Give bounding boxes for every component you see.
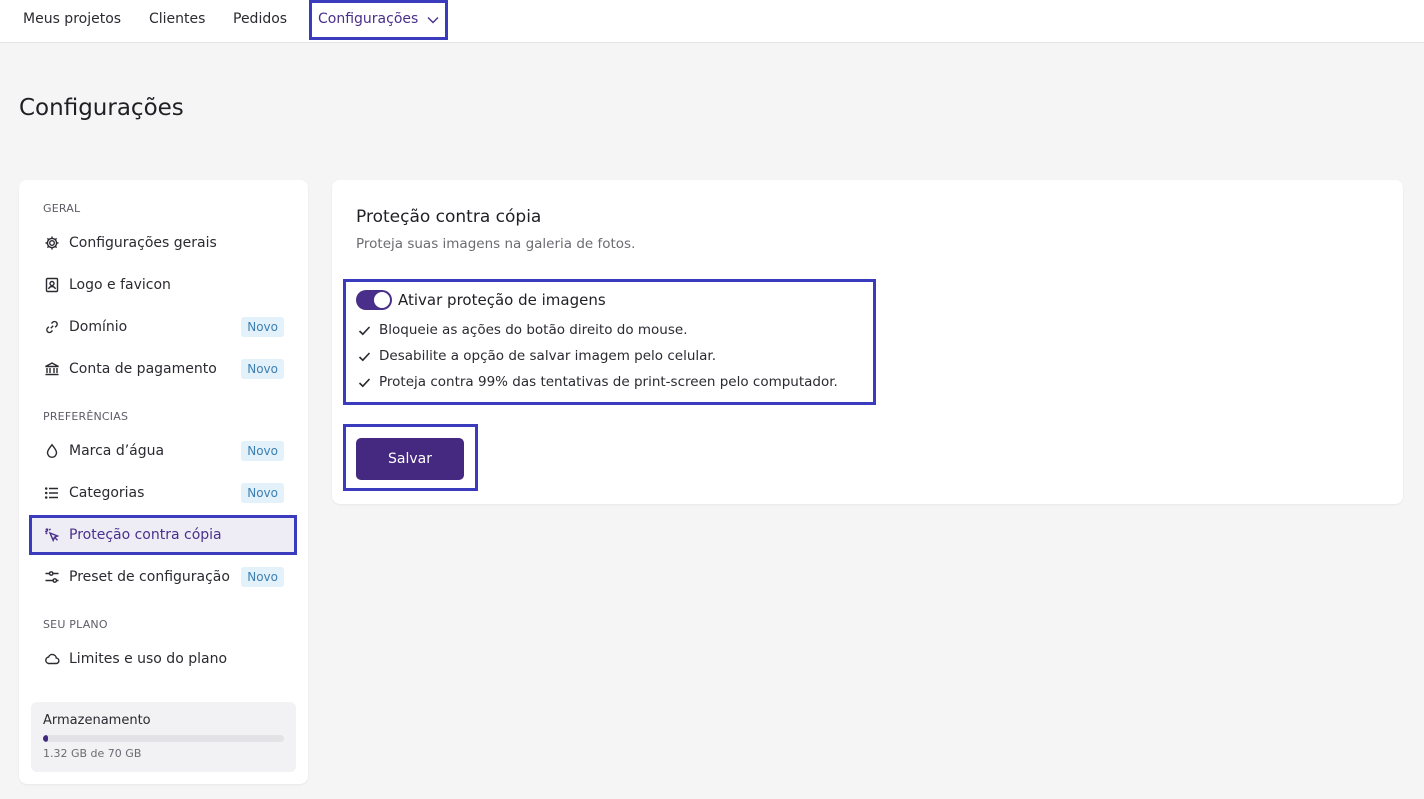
link-icon: [43, 318, 61, 336]
feature-text: Proteja contra 99% das tentativas de pri…: [379, 374, 838, 390]
nav-meus-projetos[interactable]: Meus projetos: [23, 0, 121, 38]
save-button[interactable]: Salvar: [356, 438, 464, 480]
bank-icon: [43, 360, 61, 378]
nav-clientes[interactable]: Clientes: [149, 0, 205, 38]
section-label-seu-plano: SEU PLANO: [43, 618, 108, 631]
protection-options: Ativar proteção de imagens Bloqueie as a…: [343, 279, 876, 405]
sidebar-item-label: Configurações gerais: [69, 235, 217, 251]
chevron-down-icon: [427, 17, 439, 24]
feature-item: Bloqueie as ações do botão direito do mo…: [358, 322, 688, 338]
section-label-geral: GERAL: [43, 202, 81, 215]
protection-toggle[interactable]: [356, 290, 392, 310]
section-label-preferencias: PREFERÊNCIAS: [43, 410, 129, 423]
cloud-icon: [43, 650, 61, 668]
feature-text: Bloqueie as ações do botão direito do mo…: [379, 322, 688, 338]
new-badge: Novo: [241, 317, 284, 337]
new-badge: Novo: [241, 359, 284, 379]
sidebar-item-label: Limites e uso do plano: [69, 651, 228, 667]
storage-title: Armazenamento: [43, 713, 151, 728]
storage-panel: Armazenamento 1.32 GB de 70 GB: [31, 702, 296, 772]
sidebar-item-preset-configuracao[interactable]: Preset de configuração Novo: [31, 558, 296, 596]
sidebar-item-conta-pagamento[interactable]: Conta de pagamento Novo: [31, 350, 296, 388]
section-subtitle: Proteja suas imagens na galeria de fotos…: [356, 236, 636, 252]
new-badge: Novo: [241, 441, 284, 461]
check-icon: [358, 377, 371, 387]
save-button-wrapper: Salvar: [343, 424, 478, 491]
feature-text: Desabilite a opção de salvar imagem pelo…: [379, 348, 717, 364]
nav-pedidos[interactable]: Pedidos: [233, 0, 287, 38]
sidebar-item-dominio[interactable]: Domínio Novo: [31, 308, 296, 346]
storage-progress-bar: [43, 735, 284, 742]
sidebar-item-label: Categorias: [69, 485, 145, 501]
copy-protection-card: Proteção contra cópia Proteja suas image…: [332, 180, 1403, 504]
sidebar-item-label: Conta de pagamento: [69, 361, 217, 377]
settings-sidebar: GERAL Configurações gerais Logo e favico…: [19, 180, 308, 784]
check-icon: [358, 351, 371, 361]
storage-usage-text: 1.32 GB de 70 GB: [43, 747, 142, 760]
sidebar-item-label: Domínio: [69, 319, 128, 335]
sidebar-item-label: Marca d’água: [69, 443, 165, 459]
toggle-row: Ativar proteção de imagens: [356, 290, 606, 310]
feature-item: Proteja contra 99% das tentativas de pri…: [358, 374, 838, 390]
new-badge: Novo: [241, 567, 284, 587]
sidebar-item-label: Logo e favicon: [69, 277, 171, 293]
list-icon: [43, 484, 61, 502]
gear-icon: [43, 234, 61, 252]
sidebar-item-categorias[interactable]: Categorias Novo: [31, 474, 296, 512]
feature-item: Desabilite a opção de salvar imagem pelo…: [358, 348, 716, 364]
new-badge: Novo: [241, 483, 284, 503]
sidebar-item-limites-plano[interactable]: Limites e uso do plano: [31, 640, 296, 678]
nav-configuracoes-label: Configurações: [318, 11, 419, 27]
page-title: Configurações: [19, 95, 184, 121]
sliders-icon: [43, 568, 61, 586]
toggle-label: Ativar proteção de imagens: [398, 291, 606, 309]
sidebar-item-configuracoes-gerais[interactable]: Configurações gerais: [31, 224, 296, 262]
sidebar-item-logo-favicon[interactable]: Logo e favicon: [31, 266, 296, 304]
sidebar-item-label: Proteção contra cópia: [69, 527, 222, 543]
image-badge-icon: [43, 276, 61, 294]
sidebar-item-protecao-copia[interactable]: Proteção contra cópia: [29, 515, 297, 555]
check-icon: [358, 325, 371, 335]
section-title: Proteção contra cópia: [356, 207, 542, 227]
drop-icon: [43, 442, 61, 460]
cursor-click-icon: [43, 526, 61, 544]
nav-configuracoes[interactable]: Configurações: [309, 0, 448, 40]
storage-progress-fill: [43, 735, 48, 742]
top-nav: Meus projetos Clientes Pedidos Configura…: [0, 0, 1424, 43]
toggle-knob: [374, 292, 390, 308]
sidebar-item-marca-dagua[interactable]: Marca d’água Novo: [31, 432, 296, 470]
sidebar-item-label: Preset de configuração: [69, 569, 230, 585]
